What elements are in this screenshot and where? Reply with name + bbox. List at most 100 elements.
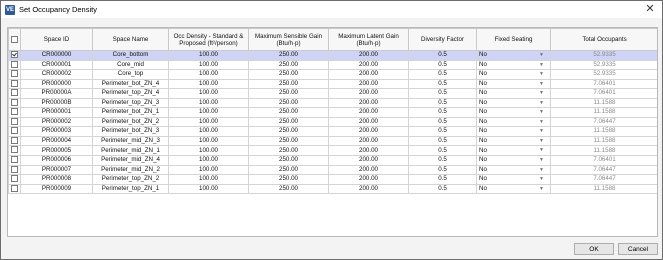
table-row[interactable]: PR000003 Perimeter_bot_ZN_3 100.00 250.00 20… <box>8 126 657 137</box>
diversity-factor-cell[interactable]: 0.5 <box>408 174 477 185</box>
row-checkbox[interactable] <box>8 164 21 176</box>
row-checkbox[interactable] <box>8 97 21 109</box>
diversity-factor-cell[interactable]: 0.5 <box>408 116 477 128</box>
row-checkbox[interactable] <box>8 50 21 61</box>
table-row[interactable]: PR000004 Perimeter_mid_ZN_3 100.00 250.00 20… <box>8 135 657 147</box>
row-checkbox[interactable] <box>8 116 21 128</box>
sensible-gain-cell[interactable]: 250.00 <box>248 69 329 80</box>
fixed-seating-dropdown[interactable]: No ▼ <box>476 155 551 166</box>
diversity-factor-cell[interactable]: 0.5 <box>408 135 477 147</box>
column-header[interactable]: Maximum Latent Gain (Btu/h·p) <box>328 28 409 51</box>
diversity-factor-cell[interactable]: 0.5 <box>408 78 477 90</box>
occ-density-cell[interactable]: 100.00 <box>168 145 249 156</box>
row-checkbox[interactable] <box>8 107 21 118</box>
table-row[interactable]: PR000007 Perimeter_mid_ZN_2 100.00 250.00 20… <box>8 164 657 176</box>
latent-gain-cell[interactable]: 200.00 <box>328 50 409 61</box>
fixed-seating-dropdown[interactable]: No ▼ <box>476 126 551 137</box>
occ-density-cell[interactable]: 100.00 <box>168 126 249 137</box>
occ-density-cell[interactable]: 100.00 <box>168 183 249 195</box>
sensible-gain-cell[interactable]: 250.00 <box>248 50 329 61</box>
sensible-gain-cell[interactable]: 250.00 <box>248 97 329 109</box>
diversity-factor-cell[interactable]: 0.5 <box>408 183 477 195</box>
latent-gain-cell[interactable]: 200.00 <box>328 174 409 185</box>
occ-density-cell[interactable]: 100.00 <box>168 59 249 71</box>
diversity-factor-cell[interactable]: 0.5 <box>408 164 477 176</box>
table-row[interactable]: PR00000B Perimeter_top_ZN_3 100.00 250.00 20… <box>8 97 657 109</box>
table-row[interactable]: CR000002 Core_top 100.00 250.00 200.00 0.5 No ▼… <box>8 69 657 80</box>
close-icon[interactable]: ✕ <box>642 2 658 16</box>
column-header[interactable]: Space ID <box>20 28 93 51</box>
column-header[interactable]: Total Occupants <box>550 28 657 51</box>
latent-gain-cell[interactable]: 200.00 <box>328 164 409 176</box>
table-row[interactable]: CR000000 Core_bottom 100.00 250.00 200.00 0.5… <box>8 50 657 61</box>
occ-density-cell[interactable]: 100.00 <box>168 50 249 61</box>
latent-gain-cell[interactable]: 200.00 <box>328 88 409 99</box>
diversity-factor-cell[interactable]: 0.5 <box>408 97 477 109</box>
diversity-factor-cell[interactable]: 0.5 <box>408 88 477 99</box>
latent-gain-cell[interactable]: 200.00 <box>328 155 409 166</box>
cancel-button[interactable]: Cancel <box>618 243 658 255</box>
row-checkbox[interactable] <box>8 174 21 185</box>
latent-gain-cell[interactable]: 200.00 <box>328 145 409 156</box>
column-header[interactable]: Space Name <box>92 28 169 51</box>
occ-density-cell[interactable]: 100.00 <box>168 116 249 128</box>
diversity-factor-cell[interactable]: 0.5 <box>408 50 477 61</box>
diversity-factor-cell[interactable]: 0.5 <box>408 107 477 118</box>
table-row[interactable]: PR000009 Perimeter_top_ZN_1 100.00 250.00 20… <box>8 183 657 195</box>
latent-gain-cell[interactable]: 200.00 <box>328 69 409 80</box>
table-row[interactable]: PR000006 Perimeter_mid_ZN_4 100.00 250.00 20… <box>8 155 657 166</box>
occ-density-cell[interactable]: 100.00 <box>168 107 249 118</box>
latent-gain-cell[interactable]: 200.00 <box>328 135 409 147</box>
sensible-gain-cell[interactable]: 250.00 <box>248 107 329 118</box>
occ-density-cell[interactable]: 100.00 <box>168 78 249 90</box>
row-checkbox[interactable] <box>8 88 21 99</box>
fixed-seating-dropdown[interactable]: No ▼ <box>476 97 551 109</box>
occ-density-cell[interactable]: 100.00 <box>168 164 249 176</box>
fixed-seating-dropdown[interactable]: No ▼ <box>476 69 551 80</box>
sensible-gain-cell[interactable]: 250.00 <box>248 135 329 147</box>
fixed-seating-dropdown[interactable]: No ▼ <box>476 50 551 61</box>
sensible-gain-cell[interactable]: 250.00 <box>248 78 329 90</box>
table-row[interactable]: PR000008 Perimeter_top_ZN_2 100.00 250.00 20… <box>8 174 657 185</box>
column-header[interactable]: Occ Density - Standard & Proposed (ft²/p… <box>168 28 249 51</box>
row-checkbox[interactable] <box>8 135 21 147</box>
sensible-gain-cell[interactable]: 250.00 <box>248 155 329 166</box>
occ-density-cell[interactable]: 100.00 <box>168 135 249 147</box>
row-checkbox[interactable] <box>8 183 21 195</box>
sensible-gain-cell[interactable]: 250.00 <box>248 174 329 185</box>
latent-gain-cell[interactable]: 200.00 <box>328 59 409 71</box>
latent-gain-cell[interactable]: 200.00 <box>328 107 409 118</box>
latent-gain-cell[interactable]: 200.00 <box>328 78 409 90</box>
fixed-seating-dropdown[interactable]: No ▼ <box>476 183 551 195</box>
occ-density-cell[interactable]: 100.00 <box>168 97 249 109</box>
fixed-seating-dropdown[interactable]: No ▼ <box>476 107 551 118</box>
diversity-factor-cell[interactable]: 0.5 <box>408 59 477 71</box>
sensible-gain-cell[interactable]: 250.00 <box>248 145 329 156</box>
occ-density-cell[interactable]: 100.00 <box>168 174 249 185</box>
latent-gain-cell[interactable]: 200.00 <box>328 126 409 137</box>
diversity-factor-cell[interactable]: 0.5 <box>408 69 477 80</box>
sensible-gain-cell[interactable]: 250.00 <box>248 116 329 128</box>
table-row[interactable]: PR00000A Perimeter_top_ZN_4 100.00 250.00 20… <box>8 88 657 99</box>
fixed-seating-dropdown[interactable]: No ▼ <box>476 174 551 185</box>
latent-gain-cell[interactable]: 200.00 <box>328 116 409 128</box>
sensible-gain-cell[interactable]: 250.00 <box>248 88 329 99</box>
table-row[interactable]: PR000000 Perimeter_bot_ZN_4 100.00 250.00 20… <box>8 78 657 90</box>
row-checkbox[interactable] <box>8 145 21 156</box>
diversity-factor-cell[interactable]: 0.5 <box>408 145 477 156</box>
sensible-gain-cell[interactable]: 250.00 <box>248 183 329 195</box>
row-checkbox[interactable] <box>8 126 21 137</box>
fixed-seating-dropdown[interactable]: No ▼ <box>476 88 551 99</box>
sensible-gain-cell[interactable]: 250.00 <box>248 164 329 176</box>
row-checkbox[interactable] <box>8 155 21 166</box>
column-header[interactable]: Diversity Factor <box>408 28 477 51</box>
fixed-seating-dropdown[interactable]: No ▼ <box>476 145 551 156</box>
select-all-checkbox[interactable] <box>8 28 21 51</box>
fixed-seating-dropdown[interactable]: No ▼ <box>476 116 551 128</box>
sensible-gain-cell[interactable]: 250.00 <box>248 126 329 137</box>
sensible-gain-cell[interactable]: 250.00 <box>248 59 329 71</box>
occ-density-cell[interactable]: 100.00 <box>168 88 249 99</box>
table-row[interactable]: PR000005 Perimeter_mid_ZN_1 100.00 250.00 20… <box>8 145 657 156</box>
table-row[interactable]: CR000001 Core_mid 100.00 250.00 200.00 0.5 No ▼… <box>8 59 657 71</box>
latent-gain-cell[interactable]: 200.00 <box>328 97 409 109</box>
